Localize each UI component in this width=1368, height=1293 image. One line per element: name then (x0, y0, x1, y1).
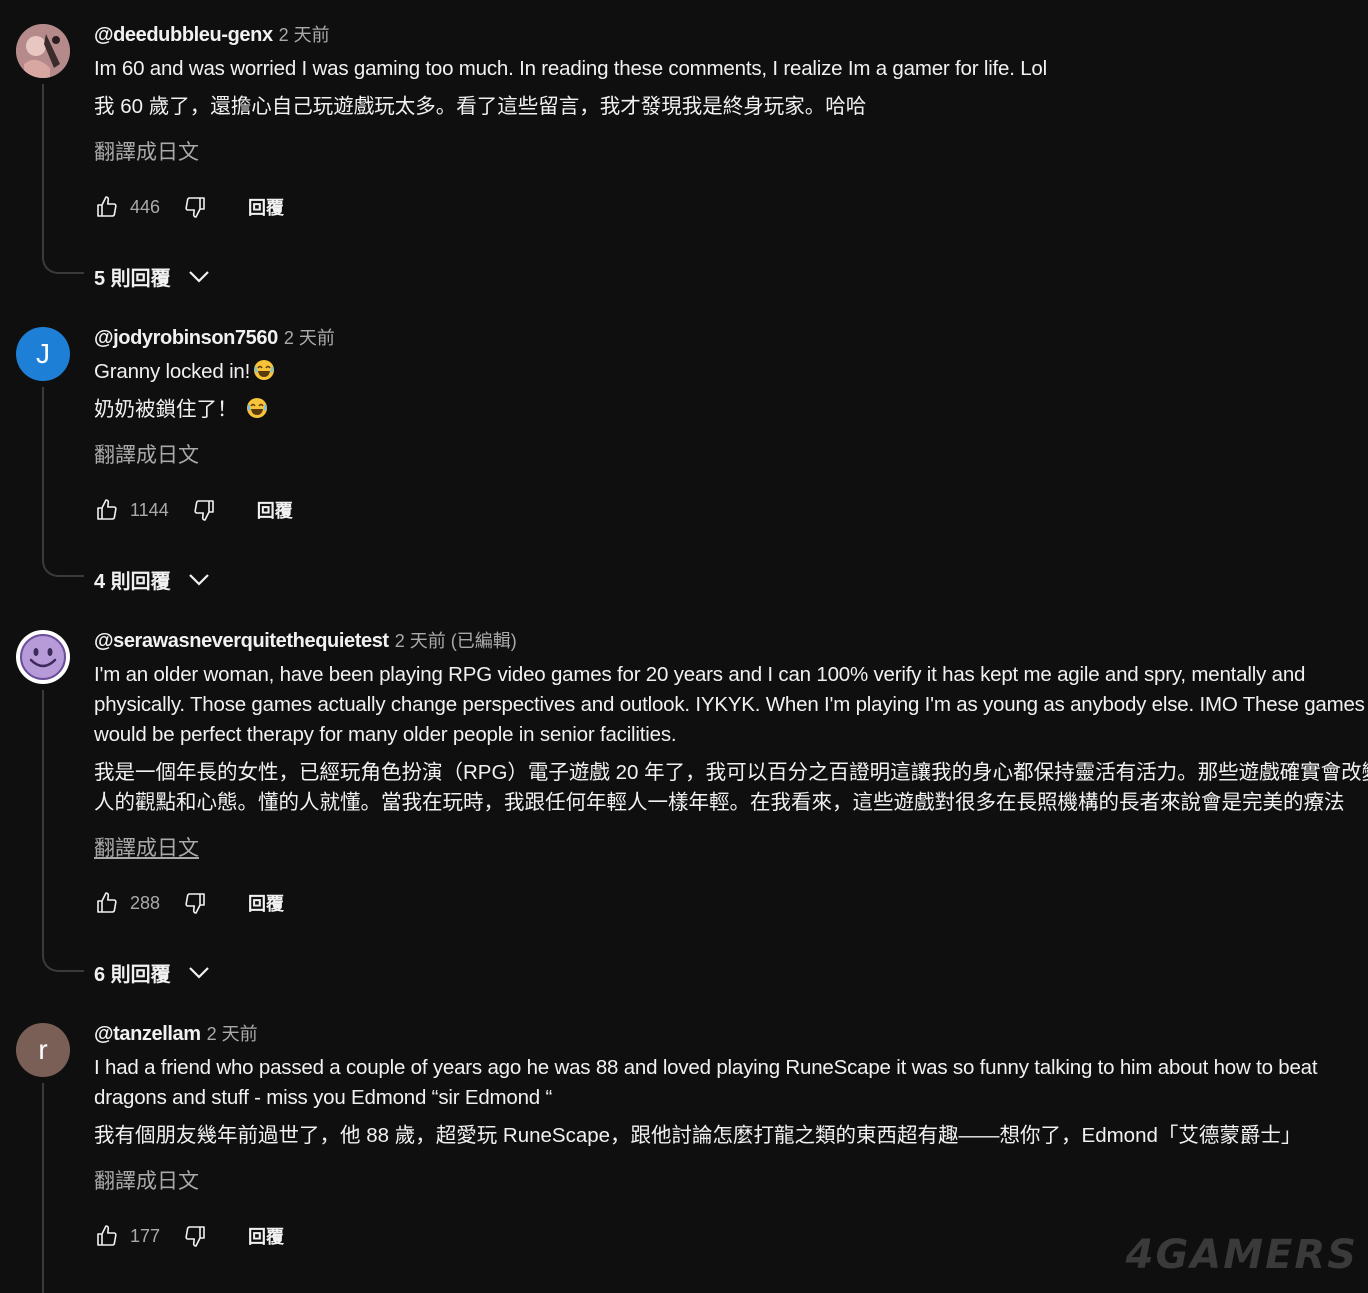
thread-line (42, 1083, 44, 1293)
smiley-face-icon (20, 634, 66, 680)
translate-button[interactable]: 翻譯成日文 (94, 832, 199, 862)
reply-button[interactable]: 回覆 (248, 194, 284, 220)
thread-line (42, 84, 44, 254)
translate-button[interactable]: 翻譯成日文 (94, 439, 199, 469)
thumbs-down-icon[interactable] (191, 497, 217, 523)
thumbs-up-icon[interactable] (94, 497, 120, 523)
laughing-emoji-icon (254, 360, 275, 380)
comment-body: @deedubbleu-genx 2 天前 Im 60 and was worri… (94, 22, 1368, 166)
translate-button[interactable]: 翻譯成日文 (94, 1165, 199, 1195)
thumbs-up-icon[interactable] (94, 1223, 120, 1249)
author-name[interactable]: @tanzellam (94, 1023, 201, 1045)
view-replies-button[interactable]: 5 則回覆 (94, 262, 211, 291)
chevron-down-icon (187, 572, 211, 588)
translate-button[interactable]: 翻譯成日文 (94, 136, 199, 166)
comment-text: Im 60 and was worried I was gaming too m… (94, 57, 1047, 80)
like-count: 288 (130, 892, 161, 913)
thumbs-down-icon[interactable] (182, 890, 208, 916)
reply-button[interactable]: 回覆 (257, 497, 293, 523)
author-name[interactable]: @jodyrobinson7560 (94, 327, 278, 349)
thread-line (42, 387, 44, 557)
replies-count-label: 5 則回覆 (94, 268, 171, 290)
comment-actions: 177 回覆 (94, 1221, 284, 1251)
view-replies-button[interactable]: 4 則回覆 (94, 565, 211, 594)
comment-actions: 288 回覆 (94, 888, 284, 918)
comment-time[interactable]: 2 天前 (207, 1024, 258, 1044)
like-count: 177 (130, 1225, 161, 1246)
comment-text-content: Granny locked in! (94, 360, 251, 383)
laughing-emoji-icon (247, 398, 268, 418)
comment-text: Granny locked in! (94, 357, 1368, 387)
thread-curve (42, 254, 84, 274)
thumbs-up-icon[interactable] (94, 194, 120, 220)
comment-header: @jodyrobinson7560 2 天前 (94, 325, 1368, 351)
chevron-down-icon (187, 269, 211, 285)
view-replies-button[interactable]: 6 則回覆 (94, 958, 211, 987)
comment-body: @tanzellam 2 天前 I had a friend who passed… (94, 1021, 1368, 1195)
comment-header: @deedubbleu-genx 2 天前 (94, 22, 1368, 48)
like-count: 446 (130, 196, 161, 217)
comment-header: @tanzellam 2 天前 (94, 1021, 1368, 1047)
avatar[interactable] (16, 24, 70, 78)
avatar[interactable]: J (16, 327, 70, 381)
avatar-letter: J (36, 338, 50, 369)
avatar[interactable]: r (16, 1023, 70, 1077)
author-name[interactable]: @serawasneverquitethequietest (94, 630, 389, 652)
thumbs-up-icon[interactable] (94, 890, 120, 916)
comment-translation: 奶奶被鎖住了！ (94, 395, 1368, 425)
avatar-letter: r (38, 1034, 48, 1065)
reply-button[interactable]: 回覆 (248, 1223, 284, 1249)
replies-count-label: 6 則回覆 (94, 964, 171, 986)
comment-time[interactable]: 2 天前 (284, 328, 335, 348)
thread-curve (42, 952, 84, 972)
avatar-photo (16, 24, 70, 78)
comment-actions: 446 回覆 (94, 192, 284, 222)
thread-line (42, 690, 44, 952)
comment-text: I'm an older woman, have been playing RP… (94, 663, 1365, 746)
thread-curve (42, 557, 84, 577)
comment-header: @serawasneverquitethequietest 2 天前 (已編輯) (94, 628, 1368, 654)
comment-translation-content: 奶奶被鎖住了！ (94, 398, 238, 421)
watermark-logo: 4GAMERS (1125, 1232, 1358, 1278)
thumbs-down-icon[interactable] (182, 194, 208, 220)
author-name[interactable]: @deedubbleu-genx (94, 24, 273, 46)
thumbs-down-icon[interactable] (182, 1223, 208, 1249)
comment-translation: 我有個朋友幾年前過世了，他 88 歲，超愛玩 RuneScape，跟他討論怎麼打… (94, 1124, 1302, 1147)
comment-time[interactable]: 2 天前 (已編輯) (395, 631, 517, 651)
reply-button[interactable]: 回覆 (248, 890, 284, 916)
avatar[interactable] (16, 630, 70, 684)
chevron-down-icon (187, 965, 211, 981)
comment-text: I had a friend who passed a couple of ye… (94, 1056, 1318, 1109)
comment-translation: 我 60 歲了，還擔心自己玩遊戲玩太多。看了這些留言，我才發現我是終身玩家。哈哈 (94, 95, 867, 118)
like-count: 1144 (130, 499, 169, 520)
comment-time[interactable]: 2 天前 (279, 25, 330, 45)
comment-actions: 1144 回覆 (94, 495, 293, 525)
comment-body: @jodyrobinson7560 2 天前 Granny locked in! … (94, 325, 1368, 469)
comment-body: @serawasneverquitethequietest 2 天前 (已編輯) … (94, 628, 1368, 862)
replies-count-label: 4 則回覆 (94, 571, 171, 593)
comment-translation: 我是一個年長的女性，已經玩角色扮演（RPG）電子遊戲 20 年了，我可以百分之百… (94, 761, 1368, 814)
